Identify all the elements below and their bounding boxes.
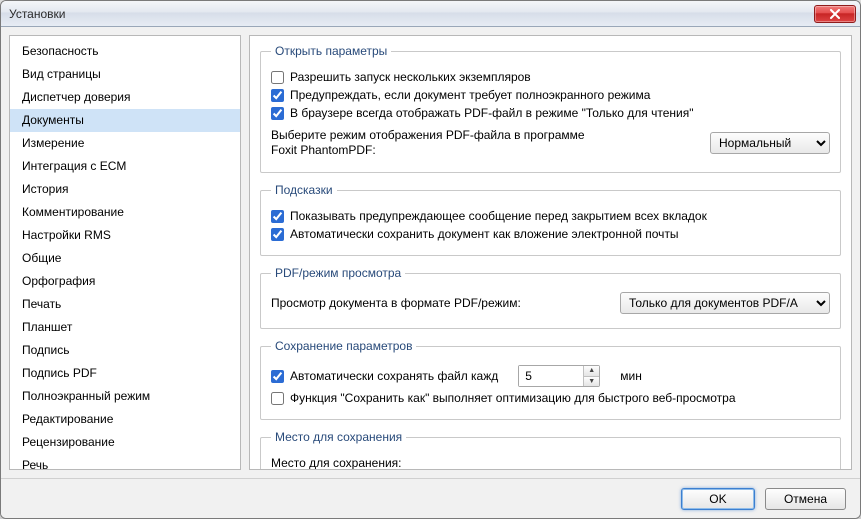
sidebar-item-1[interactable]: Вид страницы xyxy=(10,63,240,86)
group-pdfa-legend: PDF/режим просмотра xyxy=(271,266,405,280)
sidebar-item-5[interactable]: Интеграция с ECM xyxy=(10,155,240,178)
sidebar-item-0[interactable]: Безопасность xyxy=(10,40,240,63)
warn-close-tabs-label[interactable]: Показывать предупреждающее сообщение пер… xyxy=(290,209,707,223)
close-button[interactable] xyxy=(814,5,856,23)
group-tooltips: Подсказки Показывать предупреждающее соо… xyxy=(260,183,841,256)
browser-readonly-label[interactable]: В браузере всегда отображать PDF-файл в … xyxy=(290,106,694,120)
sidebar-item-11[interactable]: Печать xyxy=(10,293,240,316)
group-save-legend: Сохранение параметров xyxy=(271,339,416,353)
sidebar-item-10[interactable]: Орфография xyxy=(10,270,240,293)
sidebar-item-17[interactable]: Рецензирование xyxy=(10,431,240,454)
warn-fullscreen-checkbox[interactable] xyxy=(271,89,284,102)
group-save: Сохранение параметров Автоматически сохр… xyxy=(260,339,841,420)
close-icon xyxy=(829,9,841,19)
sidebar-item-18[interactable]: Речь xyxy=(10,454,240,470)
sidebar-item-2[interactable]: Диспетчер доверия xyxy=(10,86,240,109)
spin-down-button[interactable]: ▼ xyxy=(584,377,599,387)
settings-window: Установки БезопасностьВид страницыДиспет… xyxy=(0,0,861,519)
display-mode-text: Выберите режим отображения PDF-файла в п… xyxy=(271,128,591,158)
allow-multiple-instances-label[interactable]: Разрешить запуск нескольких экземпляров xyxy=(290,70,531,84)
sidebar-item-16[interactable]: Редактирование xyxy=(10,408,240,431)
dialog-body: БезопасностьВид страницыДиспетчер довери… xyxy=(1,27,860,478)
save-location-label: Место для сохранения: xyxy=(271,456,402,470)
allow-multiple-instances-checkbox[interactable] xyxy=(271,71,284,84)
sidebar-item-7[interactable]: Комментирование xyxy=(10,201,240,224)
group-open-parameters: Открыть параметры Разрешить запуск неско… xyxy=(260,44,841,173)
group-location-legend: Место для сохранения xyxy=(271,430,406,444)
saveas-web-optimize-checkbox[interactable] xyxy=(271,392,284,405)
group-tooltips-legend: Подсказки xyxy=(271,183,337,197)
spin-up-button[interactable]: ▲ xyxy=(584,366,599,377)
pdfa-mode-select[interactable]: Только для документов PDF/A xyxy=(620,292,830,314)
autosave-checkbox[interactable] xyxy=(271,370,284,383)
autosave-interval-input[interactable] xyxy=(519,366,583,386)
auto-attach-email-checkbox[interactable] xyxy=(271,228,284,241)
category-sidebar[interactable]: БезопасностьВид страницыДиспетчер довери… xyxy=(9,35,241,470)
dialog-footer: OK Отмена xyxy=(1,478,860,518)
sidebar-item-13[interactable]: Подпись xyxy=(10,339,240,362)
autosave-label[interactable]: Автоматически сохранять файл кажд xyxy=(290,369,498,383)
browser-readonly-checkbox[interactable] xyxy=(271,107,284,120)
sidebar-item-6[interactable]: История xyxy=(10,178,240,201)
group-pdfa: PDF/режим просмотра Просмотр документа в… xyxy=(260,266,841,329)
group-location: Место для сохранения Место для сохранени… xyxy=(260,430,841,470)
window-title: Установки xyxy=(9,7,65,21)
sidebar-item-15[interactable]: Полноэкранный режим xyxy=(10,385,240,408)
group-open-legend: Открыть параметры xyxy=(271,44,391,58)
saveas-web-optimize-label[interactable]: Функция "Сохранить как" выполняет оптими… xyxy=(290,391,736,405)
sidebar-item-3[interactable]: Документы xyxy=(10,109,240,132)
display-mode-select[interactable]: Нормальный xyxy=(710,132,830,154)
sidebar-item-12[interactable]: Планшет xyxy=(10,316,240,339)
sidebar-item-8[interactable]: Настройки RMS xyxy=(10,224,240,247)
titlebar: Установки xyxy=(1,1,860,27)
sidebar-item-4[interactable]: Измерение xyxy=(10,132,240,155)
ok-button[interactable]: OK xyxy=(681,488,755,510)
cancel-button[interactable]: Отмена xyxy=(765,488,846,510)
auto-attach-email-label[interactable]: Автоматически сохранить документ как вло… xyxy=(290,227,679,241)
sidebar-item-9[interactable]: Общие xyxy=(10,247,240,270)
warn-fullscreen-label[interactable]: Предупреждать, если документ требует пол… xyxy=(290,88,650,102)
content-panel: Открыть параметры Разрешить запуск неско… xyxy=(249,35,852,470)
autosave-unit: мин xyxy=(620,369,642,383)
warn-close-tabs-checkbox[interactable] xyxy=(271,210,284,223)
pdfa-mode-label: Просмотр документа в формате PDF/режим: xyxy=(271,296,521,310)
autosave-interval-spinner[interactable]: ▲ ▼ xyxy=(518,365,600,387)
sidebar-item-14[interactable]: Подпись PDF xyxy=(10,362,240,385)
